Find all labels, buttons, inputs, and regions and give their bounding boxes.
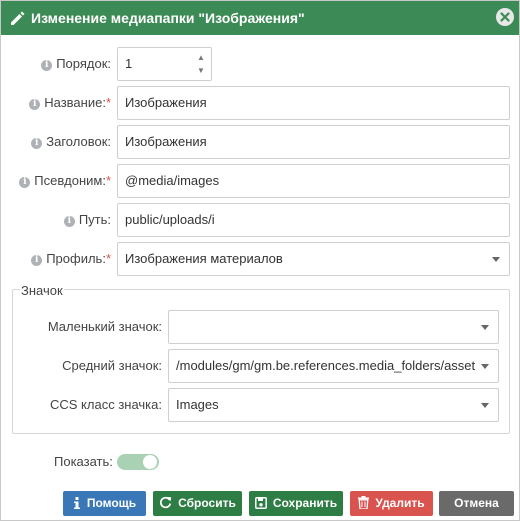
path-row: i Путь: public/uploads/i bbox=[1, 203, 519, 237]
required-mark: * bbox=[105, 173, 111, 188]
chevron-down-icon[interactable] bbox=[481, 403, 489, 408]
info-icon: i bbox=[63, 216, 75, 227]
order-value: 1 bbox=[125, 56, 133, 71]
toggle-knob bbox=[143, 455, 157, 469]
dialog-titlebar: Изменение медиапапки "Изображения" bbox=[1, 1, 519, 35]
info-icon: i bbox=[29, 99, 41, 110]
save-button[interactable]: Сохранить bbox=[249, 491, 343, 516]
css-class-value: Images bbox=[176, 397, 219, 412]
medium-icon-value: /modules/gm/gm.be.references.media_folde… bbox=[176, 358, 476, 373]
medium-icon-row: Средний значок: /modules/gm/gm.be.refere… bbox=[1, 349, 519, 383]
spin-up-icon[interactable]: ▲ bbox=[195, 51, 207, 64]
order-row: i Порядок: 1 ▲ ▼ bbox=[1, 47, 519, 81]
small-icon-row: Маленький значок: bbox=[1, 310, 519, 344]
chevron-down-icon[interactable] bbox=[492, 257, 500, 262]
profile-value: Изображения материалов bbox=[125, 251, 283, 266]
chevron-down-icon[interactable] bbox=[481, 325, 489, 330]
medium-icon-select[interactable]: /modules/gm/gm.be.references.media_folde… bbox=[168, 349, 499, 383]
name-row: i Название:* Изображения bbox=[1, 86, 519, 120]
alias-field[interactable]: @media/images bbox=[117, 164, 510, 198]
show-label: Показать: bbox=[54, 454, 113, 469]
delete-button[interactable]: Удалить bbox=[350, 491, 433, 516]
close-icon[interactable] bbox=[496, 8, 514, 26]
profile-select[interactable]: Изображения материалов bbox=[117, 242, 510, 276]
reset-button[interactable]: Сбросить bbox=[153, 491, 242, 516]
path-label: i Путь: bbox=[63, 212, 111, 227]
css-class-row: CCS класс значка: Images bbox=[1, 388, 519, 422]
order-label: i Порядок: bbox=[41, 56, 111, 71]
name-field[interactable]: Изображения bbox=[117, 86, 510, 120]
required-mark: * bbox=[105, 251, 111, 266]
floppy-icon bbox=[254, 497, 267, 509]
alias-label: i Псевдоним:* bbox=[19, 173, 111, 188]
profile-row: i Профиль:* Изображения материалов bbox=[1, 242, 519, 276]
dialog-title: Изменение медиапапки "Изображения" bbox=[31, 10, 305, 26]
css-class-label: CCS класс значка: bbox=[50, 397, 162, 412]
icon-fieldset-legend: Значок bbox=[20, 283, 64, 298]
info-icon: i bbox=[41, 60, 53, 71]
info-icon: i bbox=[31, 138, 43, 149]
order-stepper[interactable]: 1 ▲ ▼ bbox=[117, 47, 212, 81]
small-icon-select[interactable] bbox=[168, 310, 499, 344]
heading-field[interactable]: Изображения bbox=[117, 125, 510, 159]
refresh-icon bbox=[160, 496, 172, 509]
help-button[interactable]: Помощь bbox=[63, 491, 146, 516]
small-icon-label: Маленький значок: bbox=[47, 319, 162, 334]
order-spinner[interactable]: ▲ ▼ bbox=[195, 51, 207, 77]
info-icon: i bbox=[31, 255, 43, 266]
heading-label: i Заголовок: bbox=[31, 134, 111, 149]
cancel-button[interactable]: Отмена bbox=[439, 491, 514, 516]
name-label: i Название:* bbox=[29, 95, 111, 110]
css-class-select[interactable]: Images bbox=[168, 388, 499, 422]
medium-icon-label: Средний значок: bbox=[62, 358, 162, 373]
show-toggle[interactable] bbox=[117, 454, 159, 470]
alias-row: i Псевдоним:* @media/images bbox=[1, 164, 519, 198]
path-field[interactable]: public/uploads/i bbox=[117, 203, 510, 237]
info-icon bbox=[73, 497, 80, 509]
heading-row: i Заголовок: Изображения bbox=[1, 125, 519, 159]
spin-down-icon[interactable]: ▼ bbox=[195, 64, 207, 77]
edit-media-folder-dialog: Изменение медиапапки "Изображения" i Поря… bbox=[0, 0, 520, 521]
chevron-down-icon[interactable] bbox=[481, 364, 489, 369]
trash-icon bbox=[358, 496, 370, 510]
required-mark: * bbox=[105, 95, 111, 110]
info-icon: i bbox=[19, 177, 31, 188]
profile-label: i Профиль:* bbox=[31, 251, 111, 266]
pencil-icon bbox=[9, 9, 27, 27]
